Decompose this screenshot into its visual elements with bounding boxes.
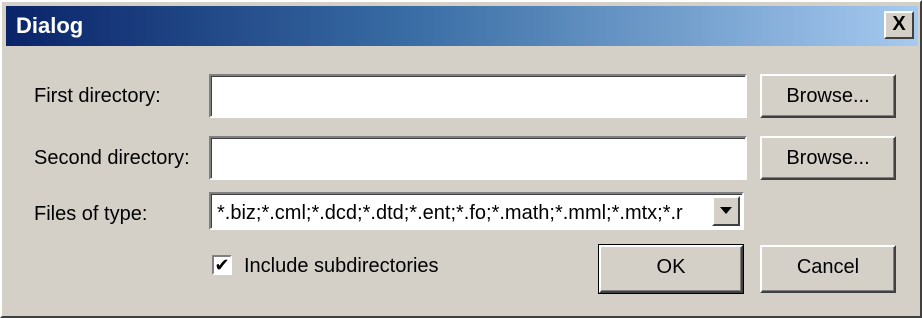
include-subdirectories-label[interactable]: Include subdirectories [244,254,439,278]
browse-button-label: Browse... [786,147,870,169]
first-directory-field[interactable] [209,74,747,118]
files-of-type-combobox[interactable]: *.biz;*.cml;*.dcd;*.dtd;*.ent;*.fo;*.mat… [209,192,744,230]
cancel-button[interactable]: Cancel [760,245,896,293]
title-bar[interactable]: Dialog X [6,6,918,46]
close-button[interactable]: X [884,11,914,39]
cancel-button-label: Cancel [796,256,860,278]
files-of-type-value: *.biz;*.cml;*.dcd;*.dtd;*.ent;*.fo;*.mat… [217,202,683,224]
first-directory-label: First directory: [34,85,161,107]
first-directory-input[interactable] [211,76,745,116]
include-subdirectories-checkbox[interactable]: ✔ [212,255,232,275]
second-directory-input[interactable] [211,138,745,178]
browse-button-label: Browse... [786,85,870,107]
ok-button-label: OK [656,256,686,278]
second-directory-label: Second directory: [34,147,190,169]
first-directory-browse-button[interactable]: Browse... [760,74,896,118]
chevron-down-icon[interactable] [712,196,740,226]
window-title: Dialog [16,13,84,38]
second-directory-browse-button[interactable]: Browse... [760,136,896,180]
second-directory-field[interactable] [209,136,747,180]
files-of-type-label: Files of type: [34,203,148,225]
dialog-window: Dialog X First directory: Browse... Seco… [0,0,922,318]
ok-button[interactable]: OK [598,244,744,294]
